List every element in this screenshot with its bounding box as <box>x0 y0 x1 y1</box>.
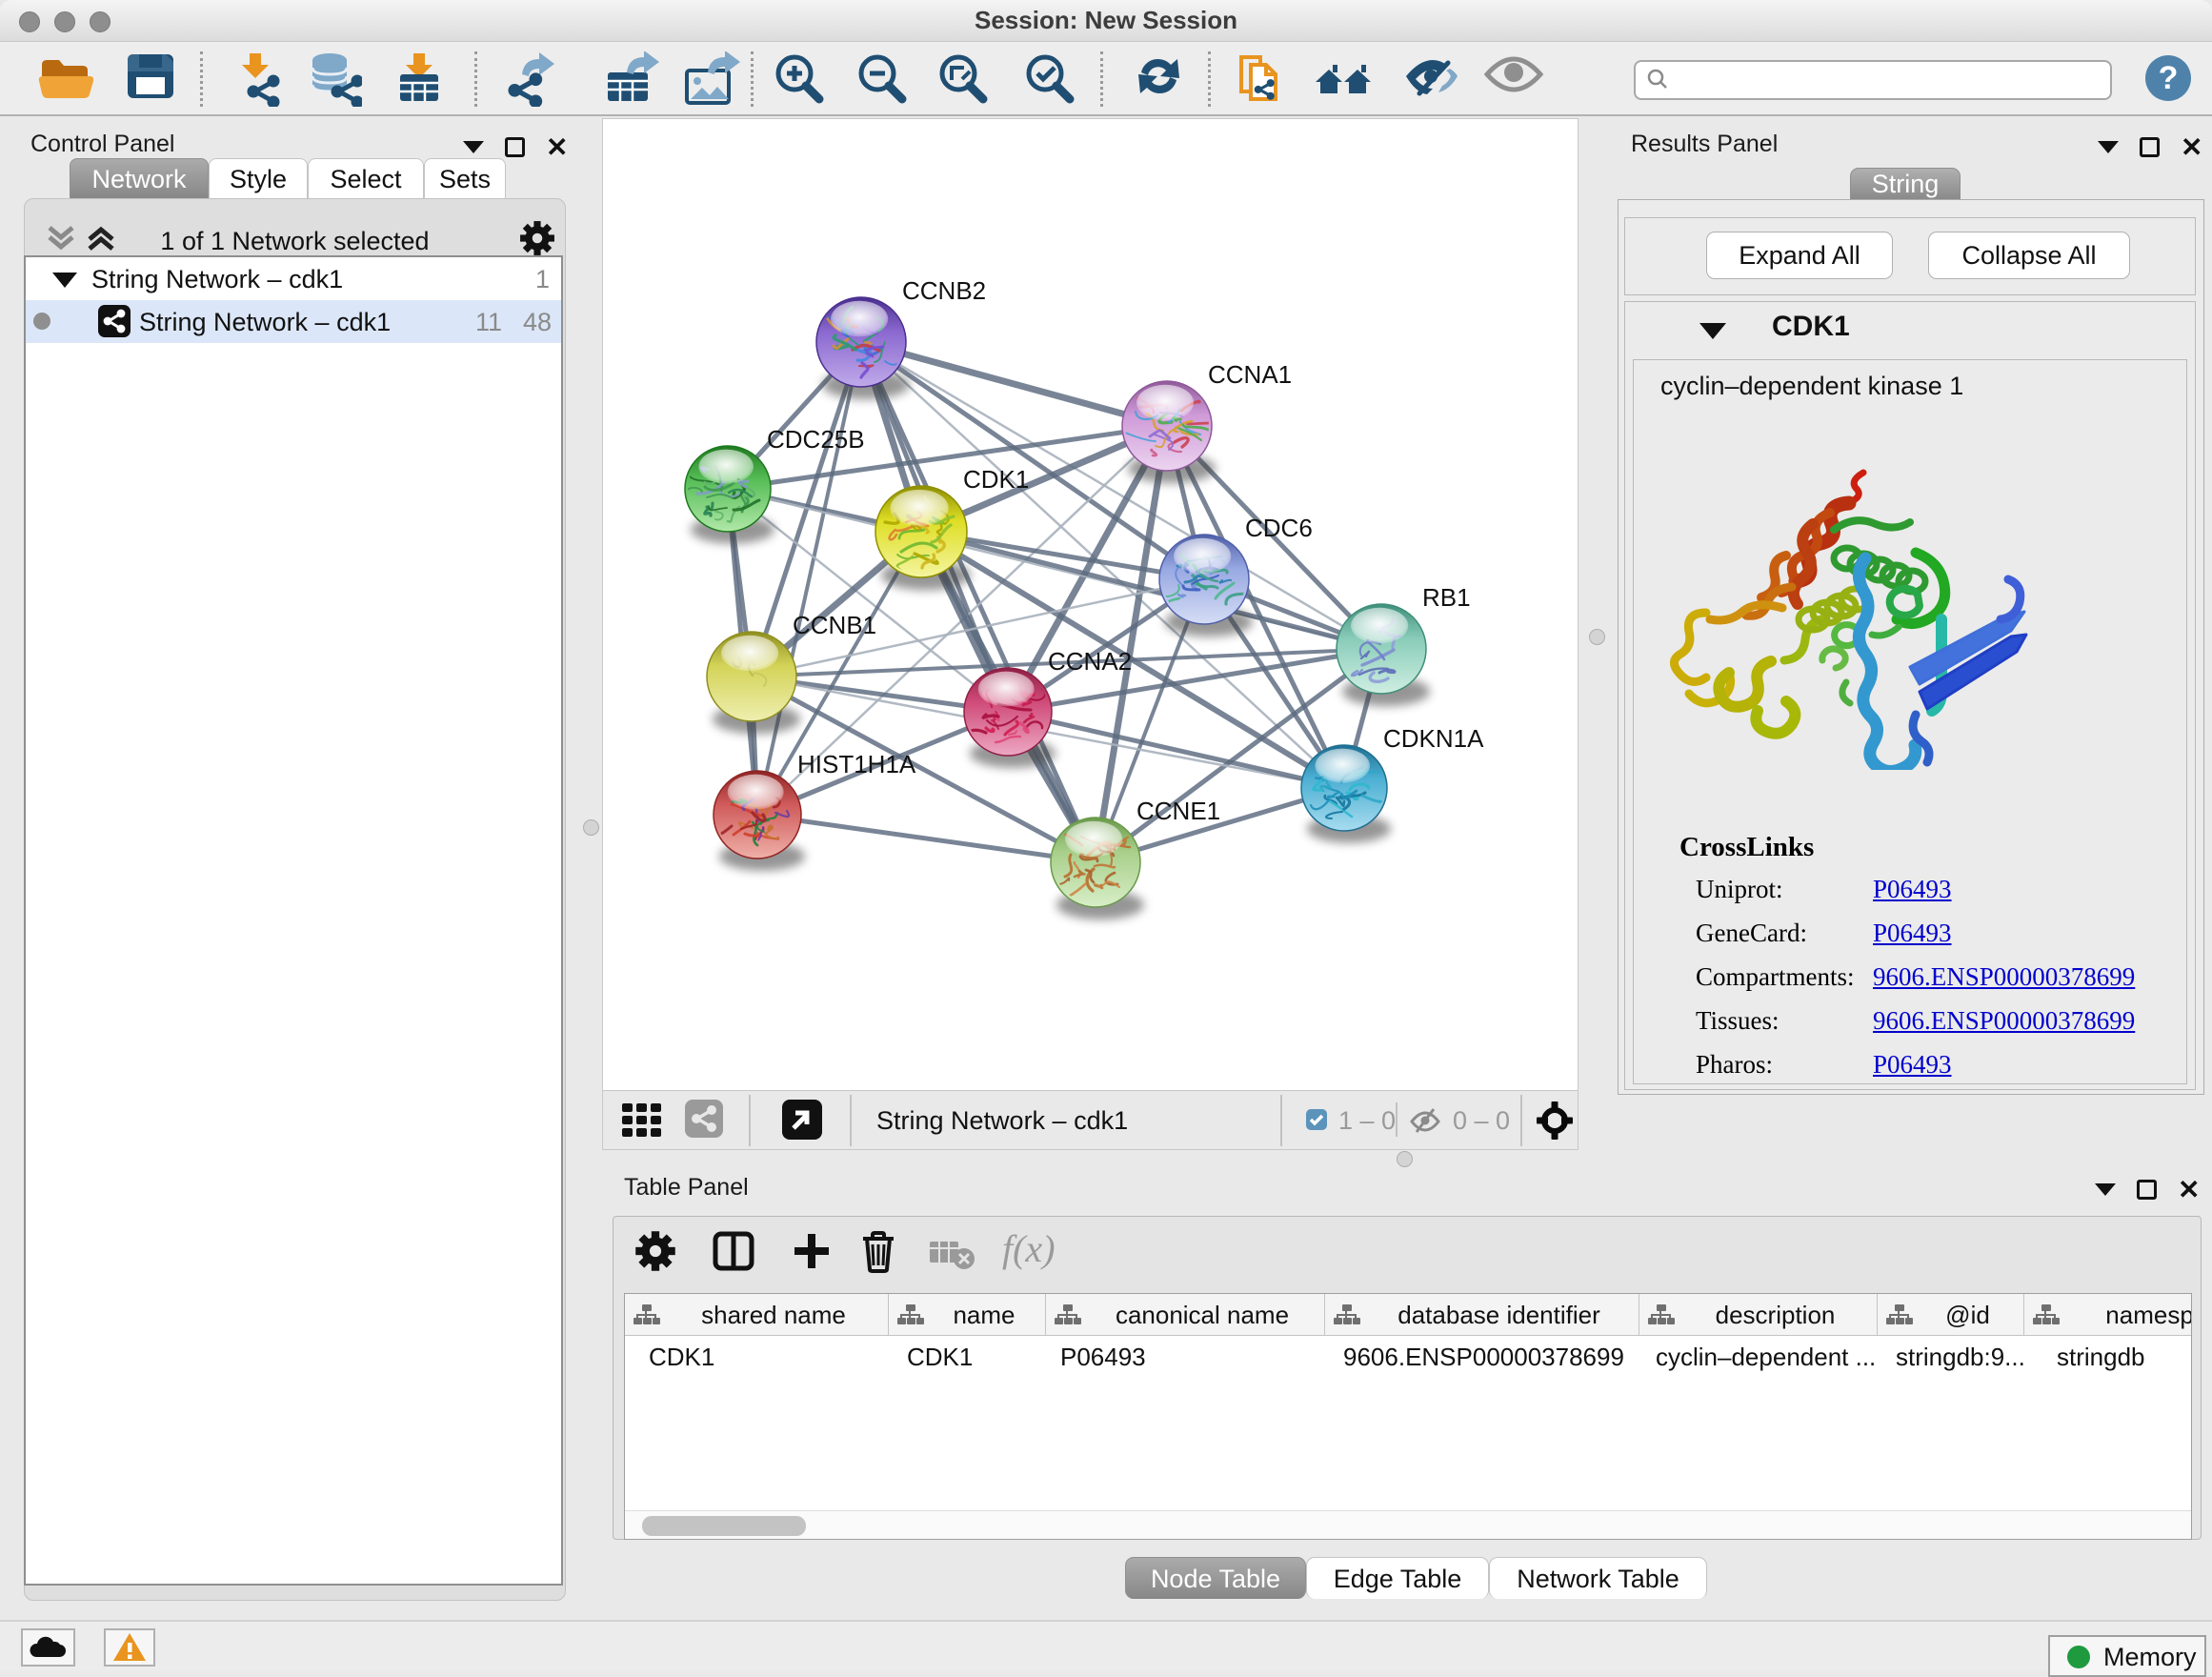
svg-text:CDC6: CDC6 <box>1245 514 1313 542</box>
svg-text:CCNE1: CCNE1 <box>1136 797 1220 825</box>
svg-text:CCNB2: CCNB2 <box>902 276 986 305</box>
svg-text:HIST1H1A: HIST1H1A <box>797 750 916 778</box>
svg-text:CDKN1A: CDKN1A <box>1383 724 1484 753</box>
svg-text:CDK1: CDK1 <box>963 465 1029 494</box>
svg-text:CCNB1: CCNB1 <box>793 611 876 639</box>
svg-text:RB1: RB1 <box>1422 583 1471 612</box>
svg-text:CCNA2: CCNA2 <box>1048 647 1132 676</box>
svg-text:CDC25B: CDC25B <box>767 425 865 454</box>
svg-text:CCNA1: CCNA1 <box>1208 360 1292 389</box>
